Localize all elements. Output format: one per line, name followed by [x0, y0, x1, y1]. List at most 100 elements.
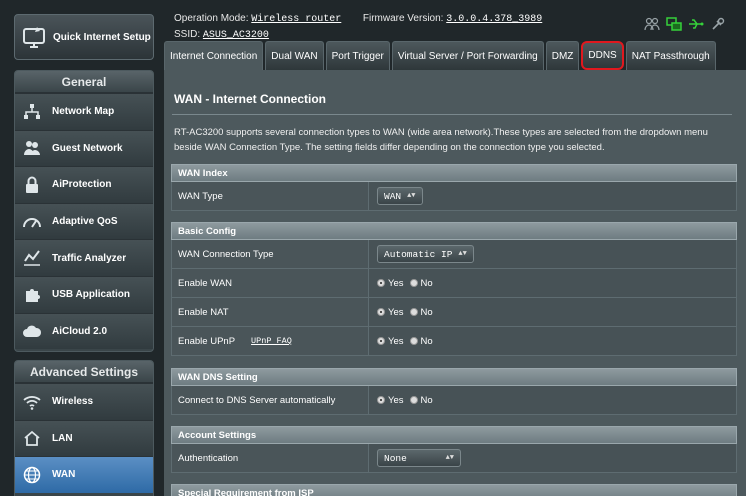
internet-status-icon[interactable] [666, 16, 682, 32]
general-menu: General Network Map Guest Network AiProt… [14, 70, 154, 352]
menu-label: AiProtection [52, 179, 112, 191]
operation-mode-link[interactable]: Wireless router [251, 14, 341, 25]
upnp-faq-link[interactable]: UPnP FAQ [251, 336, 292, 346]
network-map-icon [21, 101, 43, 123]
wan-tabs: Internet Connection Dual WAN Port Trigge… [164, 41, 716, 70]
radio-label: Yes [388, 394, 404, 406]
radio-label: No [420, 306, 433, 318]
menu-item-adaptive-qos[interactable]: Adaptive QoS [15, 202, 153, 240]
puzzle-icon [21, 284, 43, 306]
auto-dns-no-radio[interactable]: No [409, 394, 433, 406]
enable-nat-yes-radio[interactable]: Yes [377, 307, 404, 318]
section-heading: Basic Config [171, 222, 737, 240]
advanced-settings-heading: Advanced Settings [15, 361, 153, 383]
title-divider [172, 114, 732, 115]
chart-icon [21, 247, 43, 269]
guest-network-icon [21, 137, 43, 159]
tab-virtual-server[interactable]: Virtual Server / Port Forwarding [391, 41, 544, 70]
quick-internet-setup-button[interactable]: Quick Internet Setup [14, 14, 154, 60]
menu-item-aicloud[interactable]: AiCloud 2.0 [15, 312, 153, 350]
lock-icon [21, 174, 43, 196]
wan-connection-type-value: Automatic IP [384, 248, 453, 260]
wan-connection-type-row: WAN Connection Type Automatic IP ▲▼ [171, 240, 737, 269]
usb-icon[interactable] [688, 16, 704, 32]
wan-connection-type-label: WAN Connection Type [172, 240, 369, 268]
radio-label: No [420, 394, 433, 406]
ssid-value: ASUS_AC3200 [202, 30, 269, 41]
wan-type-select[interactable]: WAN ▲▼ [377, 187, 423, 205]
radio-dot [409, 308, 418, 316]
enable-upnp-label: Enable UPnP [178, 335, 236, 347]
menu-label: Adaptive QoS [52, 216, 118, 228]
tab-nat-passthrough[interactable]: NAT Passthrough [625, 41, 716, 70]
tab-dual-wan[interactable]: Dual WAN [265, 41, 324, 70]
app-icon[interactable] [710, 16, 726, 32]
section-heading: WAN DNS Setting [171, 368, 737, 386]
main-panel: WAN - Internet Connection RT-AC3200 supp… [164, 70, 746, 496]
menu-item-wan[interactable]: WAN [15, 456, 153, 493]
radio-label: Yes [388, 335, 404, 347]
home-icon [21, 427, 43, 449]
quick-internet-setup-label: Quick Internet Setup [53, 31, 151, 43]
advanced-settings-menu: Advanced Settings Wireless LAN WAN [14, 360, 154, 496]
authentication-select[interactable]: None ▲▼ [377, 449, 461, 467]
operation-mode-label: Operation Mode: [174, 13, 249, 24]
firmware-version-link[interactable]: 3.0.0.4.378_3989 [446, 14, 542, 25]
page-title: WAN - Internet Connection [174, 92, 326, 106]
radio-dot [377, 396, 385, 404]
general-heading: General [15, 71, 153, 93]
radio-dot [409, 337, 418, 345]
wifi-icon [21, 391, 43, 413]
enable-nat-no-radio[interactable]: No [409, 306, 433, 318]
account-settings-section: Account Settings Authentication None ▲▼ [171, 426, 737, 473]
wan-type-label: WAN Type [172, 182, 369, 210]
section-heading: WAN Index [171, 164, 737, 182]
tab-ddns[interactable]: DDNS [581, 41, 624, 70]
firmware-label: Firmware Version: [362, 13, 444, 24]
page-description: RT-AC3200 supports several connection ty… [174, 127, 708, 153]
router-info: Operation Mode: Wireless router Firmware… [174, 11, 542, 43]
menu-item-guest-network[interactable]: Guest Network [15, 129, 153, 167]
enable-upnp-no-radio[interactable]: No [409, 336, 433, 347]
radio-label: Yes [388, 306, 404, 318]
radio-label: No [420, 277, 433, 289]
tab-dmz[interactable]: DMZ [545, 41, 580, 70]
tab-internet-connection[interactable]: Internet Connection [164, 41, 264, 70]
gauge-icon [21, 211, 43, 233]
enable-wan-no-radio[interactable]: No [409, 277, 433, 289]
menu-item-wireless[interactable]: Wireless [15, 383, 153, 420]
clients-icon[interactable] [644, 16, 660, 32]
enable-wan-yes-radio[interactable]: Yes [377, 278, 404, 289]
select-arrow-icon: ▲▼ [458, 250, 467, 258]
menu-label: USB Application [52, 289, 130, 301]
status-icons [644, 16, 726, 32]
wan-dns-section: WAN DNS Setting Connect to DNS Server au… [171, 368, 737, 415]
radio-dot [409, 279, 418, 287]
auto-dns-yes-radio[interactable]: Yes [377, 395, 404, 406]
wan-type-row: WAN Type WAN ▲▼ [171, 182, 737, 211]
menu-item-network-map[interactable]: Network Map [15, 93, 153, 130]
wan-type-value: WAN [384, 190, 402, 202]
quick-setup-icon [21, 24, 47, 50]
section-heading: Special Requirement from ISP [171, 484, 737, 496]
enable-upnp-row: Enable UPnP UPnP FAQ Yes No [171, 327, 737, 356]
enable-upnp-yes-radio[interactable]: Yes [377, 336, 404, 347]
radio-dot [409, 396, 418, 404]
ssid-label: SSID: [174, 29, 201, 40]
authentication-label: Authentication [172, 444, 369, 472]
tab-port-trigger[interactable]: Port Trigger [325, 41, 390, 70]
enable-nat-label: Enable NAT [172, 298, 369, 326]
menu-item-lan[interactable]: LAN [15, 419, 153, 457]
wan-index-section: WAN Index WAN Type WAN ▲▼ [171, 164, 737, 211]
select-arrow-icon: ▲▼ [445, 454, 454, 462]
enable-wan-row: Enable WAN Yes No [171, 269, 737, 298]
menu-label: Network Map [52, 106, 115, 118]
menu-item-aiprotection[interactable]: AiProtection [15, 166, 153, 203]
basic-config-section: Basic Config WAN Connection Type Automat… [171, 222, 737, 356]
wan-connection-type-select[interactable]: Automatic IP ▲▼ [377, 245, 474, 263]
menu-item-usb-application[interactable]: USB Application [15, 275, 153, 313]
menu-label: Guest Network [52, 142, 123, 154]
menu-item-traffic-analyzer[interactable]: Traffic Analyzer [15, 239, 153, 276]
authentication-row: Authentication None ▲▼ [171, 444, 737, 473]
authentication-value: None [384, 452, 407, 464]
